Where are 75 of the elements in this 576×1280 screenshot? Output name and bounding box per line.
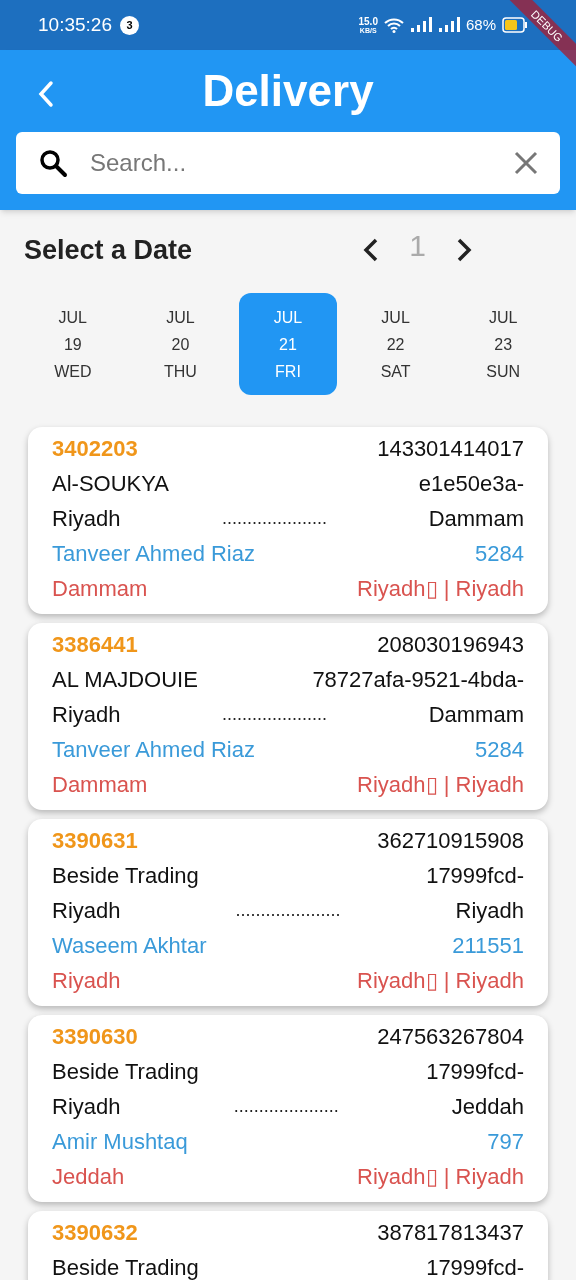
- order-number: 3390632: [52, 1219, 138, 1247]
- battery-percentage: 68%: [465, 14, 496, 35]
- customer-name: Beside Trading: [52, 862, 199, 890]
- date-option[interactable]: JUL 22 SAT: [346, 293, 445, 395]
- notification-badge: 3: [119, 15, 139, 35]
- origin-city: Riyadh: [52, 701, 121, 729]
- signal-icon: [409, 17, 432, 33]
- reference-number: 362710915908: [377, 827, 524, 855]
- previous-button[interactable]: [363, 238, 380, 262]
- city: Riyadh: [52, 967, 121, 995]
- order-number: 3386441: [52, 631, 138, 659]
- order-code: 17999fcd-: [426, 862, 524, 890]
- destination-city: Dammam: [428, 701, 524, 729]
- order-code: 17999fcd-: [426, 1254, 524, 1280]
- customer-name: AL MAJDOUIE: [52, 666, 198, 694]
- city: Dammam: [52, 771, 148, 799]
- date-option[interactable]: JUL 23 SUN: [454, 293, 552, 395]
- driver-name: Amir Mushtaq: [52, 1128, 188, 1156]
- driver-id: 211551: [452, 932, 524, 960]
- dotted-leader: .....................: [222, 507, 328, 530]
- driver-id: 797: [487, 1128, 524, 1156]
- order-card[interactable]: 3390631 362710915908 Beside Trading 17999fcd- Riyadh ..................... Riyadh Waseem Akhtar 211551 Riyadh Riyadh▯ | Riyadh: [28, 819, 548, 1006]
- search-icon: [38, 148, 68, 178]
- route: Riyadh▯ | Riyadh: [357, 771, 524, 799]
- wifi-icon: [383, 17, 404, 33]
- origin-city: Riyadh: [52, 1093, 121, 1121]
- clock: 10:35:26: [38, 12, 112, 37]
- order-code: e1e50e3a-: [418, 470, 524, 498]
- destination-city: Jeddah: [451, 1093, 524, 1121]
- origin-city: Riyadh: [52, 897, 121, 925]
- route: Riyadh▯ | Riyadh: [357, 967, 524, 995]
- order-code: 17999fcd-: [426, 1058, 524, 1086]
- city: Dammam: [52, 575, 148, 603]
- signal-icon: [437, 17, 460, 33]
- order-card[interactable]: 3386441 208030196943 AL MAJDOUIE 78727afa-9521-4bda- Riyadh ..................... Dammam Tanveer Ahmed Riaz 5284 Dammam Riyadh▯ | Riyadh: [28, 623, 548, 810]
- back-button[interactable]: [36, 80, 56, 108]
- page-title: Delivery: [202, 65, 374, 117]
- reference-number: 247563267804: [377, 1023, 524, 1051]
- destination-city: Riyadh: [455, 897, 524, 925]
- network-speed: 15.0: [358, 16, 378, 27]
- destination-city: Dammam: [428, 505, 524, 533]
- route: Riyadh▯ | Riyadh: [357, 1163, 524, 1191]
- reference-number: 387817813437: [377, 1219, 524, 1247]
- search-bar[interactable]: Search...: [16, 132, 560, 194]
- date-option[interactable]: JUL 20 THU: [131, 293, 230, 395]
- driver-id: 5284: [475, 540, 524, 568]
- section-title: Select a Date: [24, 233, 193, 267]
- dotted-leader: .....................: [235, 899, 341, 922]
- search-field[interactable]: Search...: [90, 145, 514, 181]
- driver-id: 5284: [475, 736, 524, 764]
- city: Jeddah: [52, 1163, 125, 1191]
- origin-city: Riyadh: [52, 505, 121, 533]
- date-option[interactable]: JUL 19 WED: [24, 293, 122, 395]
- customer-name: Beside Trading: [52, 1058, 199, 1086]
- order-number: 3390631: [52, 827, 138, 855]
- route: Riyadh▯ | Riyadh: [357, 575, 524, 603]
- dotted-leader: .....................: [233, 1095, 339, 1118]
- next-button[interactable]: [456, 238, 472, 262]
- driver-name: Tanveer Ahmed Riaz: [52, 540, 255, 568]
- customer-name: Beside Trading: [52, 1254, 199, 1280]
- reference-number: 143301414017: [377, 435, 524, 463]
- battery-icon: [502, 17, 528, 33]
- driver-name: Tanveer Ahmed Riaz: [52, 736, 255, 764]
- order-code: 78727afa-9521-4bda-: [312, 666, 524, 694]
- dotted-leader: .....................: [222, 703, 328, 726]
- order-card[interactable]: 3390632 387817813437 Beside Trading 17999fcd-: [28, 1211, 548, 1280]
- driver-name: Waseem Akhtar: [52, 932, 207, 960]
- order-card[interactable]: 3390630 247563267804 Beside Trading 17999fcd- Riyadh ..................... Jeddah Amir Mushtaq 797 Jeddah Riyadh▯ | Riyadh: [28, 1015, 548, 1202]
- page-number: 1: [409, 227, 426, 264]
- order-number: 3402203: [52, 435, 138, 463]
- reference-number: 208030196943: [377, 631, 524, 659]
- customer-name: Al-SOUKYA: [52, 470, 169, 498]
- order-number: 3390630: [52, 1023, 138, 1051]
- order-card[interactable]: 3402203 143301414017 Al-SOUKYA e1e50e3a- Riyadh ..................... Dammam Tanveer Ahmed Riaz 5284 Dammam Riyadh▯ | Riyadh: [28, 427, 548, 614]
- clear-icon[interactable]: [514, 151, 538, 175]
